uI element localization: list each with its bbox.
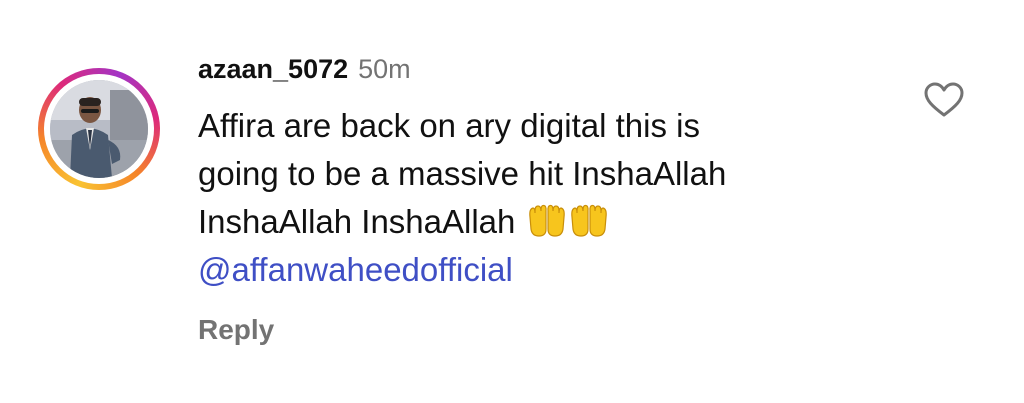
comment-text: Affira are back on ary digital this is g…	[198, 102, 898, 294]
reply-button[interactable]: Reply	[198, 310, 898, 350]
comment-meta: azaan_5072 50m	[198, 50, 898, 88]
comment-text-line: Affira are back on ary digital this is	[198, 107, 700, 144]
comment-body: azaan_5072 50m Affira are back on ary di…	[198, 50, 898, 350]
comment: azaan_5072 50m Affira are back on ary di…	[0, 0, 1024, 403]
username[interactable]: azaan_5072	[198, 50, 348, 88]
comment-text-line-with-emoji: InshaAllah InshaAllah	[198, 198, 898, 246]
timestamp: 50m	[358, 54, 411, 84]
comment-text-line: InshaAllah InshaAllah	[198, 203, 516, 240]
avatar[interactable]	[38, 68, 160, 190]
avatar-image	[50, 80, 148, 178]
open-hands-emoji	[528, 204, 565, 237]
mention-link[interactable]: @affanwaheedofficial	[198, 246, 898, 294]
avatar-photo-icon	[50, 80, 148, 178]
avatar-ring-gap	[44, 74, 154, 184]
heart-outline-icon[interactable]	[924, 82, 964, 118]
comment-text-line: going to be a massive hit InshaAllah	[198, 155, 727, 192]
open-hands-emoji	[570, 204, 607, 237]
